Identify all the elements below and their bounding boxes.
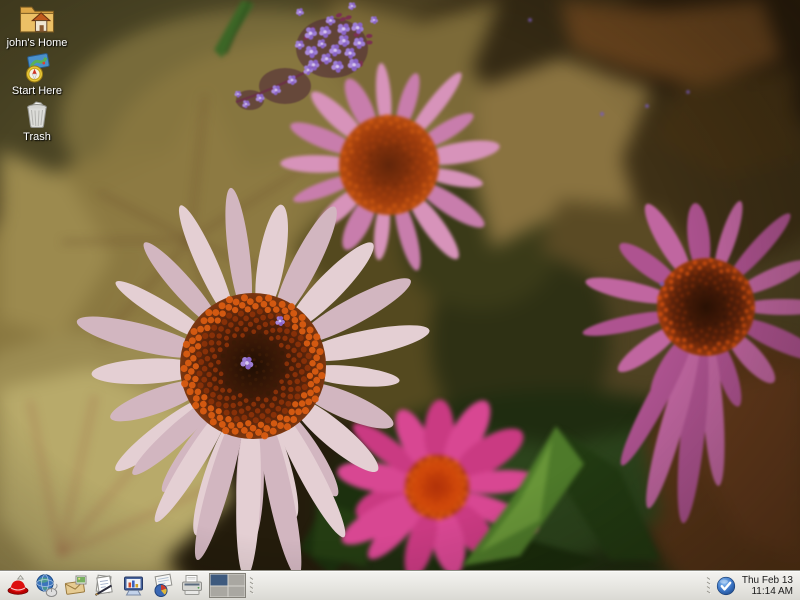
clock-time: 11:14 AM <box>742 586 793 597</box>
desktop-icon-label: Trash <box>23 131 51 143</box>
update-notifier-button[interactable] <box>715 575 737 597</box>
envelope-photo-icon <box>63 573 89 599</box>
workspace-grid-icon <box>209 573 246 598</box>
taskbar-panel: Thu Feb 13 11:14 AM <box>0 570 800 600</box>
desktop-surface: john's Home Start Here Trash <box>0 0 800 570</box>
panel-drag-handle-right[interactable] <box>705 574 713 598</box>
printer-icon <box>179 573 205 599</box>
panel-drag-handle[interactable] <box>248 574 256 598</box>
print-manager-launcher[interactable] <box>178 572 205 599</box>
start-here-compass-icon <box>21 53 54 83</box>
desktop-icon-label: Start Here <box>12 85 62 97</box>
desktop-icon-trash[interactable]: Trash <box>0 99 74 143</box>
desktop-icon-label: john's Home <box>7 37 68 49</box>
slide-bar-chart-icon <box>121 573 147 599</box>
workspace-switcher[interactable] <box>209 573 246 598</box>
blue-check-sphere-icon <box>716 576 736 596</box>
desktop-icon-johns-home[interactable]: john's Home <box>0 2 74 49</box>
sheet-pie-chart-icon <box>150 573 176 599</box>
red-hat-icon <box>5 573 31 599</box>
wallpaper-coneflowers-photo <box>0 0 800 600</box>
workspace-cell-active[interactable] <box>211 575 228 586</box>
main-menu-button[interactable] <box>4 572 31 599</box>
drag-handle-icon <box>248 574 256 598</box>
clock-date: Thu Feb 13 <box>742 575 793 586</box>
drag-handle-icon <box>705 574 713 598</box>
word-processor-launcher[interactable] <box>91 572 118 599</box>
workspace-cell[interactable] <box>229 587 245 597</box>
vignette-overlay <box>0 0 800 600</box>
home-folder-icon <box>18 2 56 35</box>
spreadsheet-launcher[interactable] <box>149 572 176 599</box>
web-browser-launcher[interactable] <box>33 572 60 599</box>
clock-applet[interactable]: Thu Feb 13 11:14 AM <box>739 575 796 597</box>
email-launcher[interactable] <box>62 572 89 599</box>
globe-mouse-icon <box>34 573 60 599</box>
documents-pen-icon <box>92 573 118 599</box>
workspace-cell[interactable] <box>229 575 245 586</box>
presentation-launcher[interactable] <box>120 572 147 599</box>
workspace-cell[interactable] <box>211 587 228 597</box>
trash-can-icon <box>22 99 52 129</box>
desktop-icon-start-here[interactable]: Start Here <box>0 53 74 97</box>
